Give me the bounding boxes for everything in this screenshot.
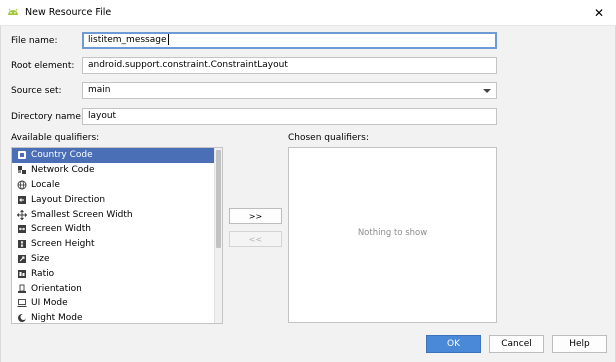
qualifier-item[interactable]: Orientation <box>12 281 222 296</box>
root-element-label: Root element: <box>11 61 75 71</box>
smallest-screen-width-icon <box>17 209 27 220</box>
qualifier-label: Smallest Screen Width <box>31 209 133 220</box>
ui-mode-icon <box>17 299 27 308</box>
qualifier-label: Ratio <box>31 268 55 279</box>
size-icon <box>18 254 26 263</box>
screen-width-icon <box>18 225 26 234</box>
qualifier-label: Orientation <box>31 283 82 294</box>
ratio-icon <box>18 269 26 278</box>
locale-globe-icon <box>17 180 27 190</box>
available-qualifiers-label: Available qualifiers: <box>11 133 100 143</box>
close-icon[interactable]: ✕ <box>582 0 616 26</box>
text-caret <box>167 34 169 45</box>
qualifier-item[interactable]: Screen Height <box>12 237 222 252</box>
source-set-dropdown[interactable]: main <box>82 82 497 99</box>
qualifier-item[interactable]: Night Mode <box>12 311 222 324</box>
qualifier-label: Locale <box>31 179 60 190</box>
qualifier-label: Screen Width <box>31 224 91 235</box>
directory-name-label: Directory name: <box>11 112 84 122</box>
qualifier-item[interactable]: Network Code <box>12 163 222 178</box>
qualifier-label: Layout Direction <box>31 194 106 205</box>
remove-qualifier-button[interactable]: << <box>229 231 282 247</box>
qualifier-item[interactable]: Locale <box>12 178 222 193</box>
qualifier-item[interactable]: Size <box>12 252 222 267</box>
qualifier-item[interactable]: Screen Width <box>12 222 222 237</box>
window-title: New Resource File <box>25 7 112 18</box>
qualifier-item[interactable]: Smallest Screen Width <box>12 207 222 222</box>
ok-button[interactable]: OK <box>426 335 481 353</box>
orientation-icon <box>18 284 26 293</box>
chevron-down-icon <box>483 89 491 93</box>
qualifier-item[interactable]: Country Code <box>12 148 222 163</box>
source-set-value: main <box>88 85 111 95</box>
qualifier-label: Network Code <box>31 165 95 176</box>
chosen-qualifiers-label: Chosen qualifiers: <box>288 133 369 143</box>
help-button[interactable]: Help <box>552 335 607 353</box>
qualifier-label: Screen Height <box>31 239 95 250</box>
chosen-qualifiers-panel[interactable]: Nothing to show <box>288 147 497 323</box>
network-code-icon <box>18 166 26 175</box>
country-code-icon <box>18 151 26 160</box>
available-qualifiers-list[interactable]: Country Code Network Code Locale Layout Dir… <box>11 147 223 324</box>
qualifier-label: Night Mode <box>31 313 83 324</box>
cancel-button[interactable]: Cancel <box>489 335 544 353</box>
qualifier-item[interactable]: Ratio <box>12 266 222 281</box>
qualifier-label: UI Mode <box>31 298 68 309</box>
title-bar: New Resource File ✕ <box>0 0 616 26</box>
qualifier-item[interactable]: UI Mode <box>12 296 222 311</box>
qualifier-item[interactable]: Layout Direction <box>12 192 222 207</box>
list-scrollbar[interactable] <box>214 148 222 323</box>
night-mode-icon <box>18 314 27 323</box>
qualifier-label: Size <box>31 253 50 264</box>
add-qualifier-button[interactable]: >> <box>229 208 282 224</box>
chosen-empty-text: Nothing to show <box>357 228 428 238</box>
directory-name-input[interactable]: layout <box>82 108 497 125</box>
android-studio-icon <box>8 8 18 15</box>
screen-height-icon <box>18 240 26 249</box>
file-name-input[interactable]: listitem_message <box>82 32 497 49</box>
dialog-body: File name: listitem_message Root element… <box>0 26 616 362</box>
scrollbar-thumb[interactable] <box>216 150 221 248</box>
layout-direction-icon <box>18 195 26 204</box>
root-element-input[interactable]: android.support.constraint.ConstraintLay… <box>82 57 497 74</box>
file-name-value: listitem_message <box>88 35 167 45</box>
qualifier-label: Country Code <box>31 150 93 161</box>
file-name-label: File name: <box>11 36 58 46</box>
source-set-label: Source set: <box>11 86 62 96</box>
